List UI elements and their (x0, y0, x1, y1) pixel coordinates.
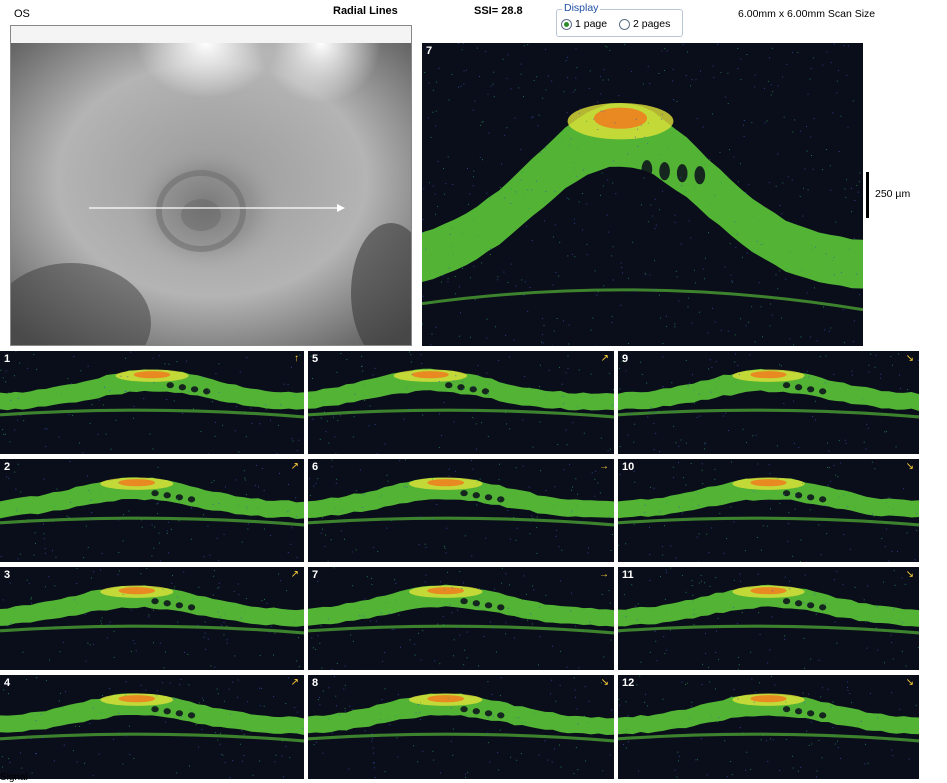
thumbnail-number: 9 (622, 353, 628, 365)
bscan-thumbnail-2[interactable]: 2↗ (0, 459, 304, 562)
bscan-thumbnail-5[interactable]: 5↗ (308, 351, 614, 454)
bscan-thumbnail-6[interactable]: 6→ (308, 459, 614, 562)
thumbnail-number: 5 (312, 353, 318, 365)
thumbnail-number: 6 (312, 461, 318, 473)
scan-direction-icon: ↗ (601, 353, 609, 364)
bscan-thumbnail-11[interactable]: 11 ↘ (618, 567, 919, 670)
footer-label: Signal (0, 772, 28, 783)
display-legend: Display (562, 2, 600, 14)
ssi-label: SSI= 28.8 (474, 5, 523, 17)
scan-direction-icon: ↘ (906, 461, 914, 472)
radio-unselected-icon[interactable] (619, 19, 630, 30)
thumbnail-number: 4 (4, 677, 10, 689)
bscan-thumbnail-12[interactable]: 12 ↘ (618, 675, 919, 779)
bscan-thumbnail-3[interactable]: 3↗ (0, 567, 304, 670)
bscan-thumbnail-4[interactable]: 4↗ (0, 675, 304, 779)
fundus-image-panel (10, 25, 412, 346)
display-option-1-page[interactable]: 1 page (561, 18, 607, 30)
scan-direction-icon: ↘ (601, 677, 609, 688)
scan-direction-icon: ↘ (906, 353, 914, 364)
scan-direction-icon: ↘ (906, 677, 914, 688)
main-scan-number: 7 (426, 45, 432, 57)
radio-selected-icon[interactable] (561, 19, 572, 30)
scan-direction-icon: → (599, 461, 609, 472)
scan-direction-icon: ↗ (291, 677, 299, 688)
thumbnail-number: 2 (4, 461, 10, 473)
scan-direction-icon: ↗ (291, 461, 299, 472)
main-bscan: 7 (422, 43, 863, 346)
bscan-thumbnail-10[interactable]: 10 ↘ (618, 459, 919, 562)
display-option-label: 1 page (575, 18, 607, 30)
scan-direction-icon: ↘ (906, 569, 914, 580)
display-option-2-pages[interactable]: 2 pages (619, 18, 670, 30)
scan-direction-icon: ↑ (294, 353, 299, 364)
eye-label: OS (14, 8, 30, 20)
scan-mode-label: Radial Lines (333, 5, 398, 17)
bscan-thumbnail-7[interactable]: 7→ (308, 567, 614, 670)
fundus-image (11, 43, 412, 346)
bscan-thumbnail-1[interactable]: 1↑ (0, 351, 304, 454)
thumbnail-number: 11 (622, 569, 634, 581)
display-group: Display 1 page 2 pages (556, 9, 683, 37)
scan-direction-icon: ↗ (291, 569, 299, 580)
thumbnail-number: 12 (622, 677, 634, 689)
scale-label: 250 µm (875, 188, 910, 200)
thumbnail-number: 3 (4, 569, 10, 581)
thumbnail-number: 8 (312, 677, 318, 689)
bscan-thumbnail-8[interactable]: 8↘ (308, 675, 614, 779)
display-option-label: 2 pages (633, 18, 670, 30)
scan-direction-icon: → (599, 569, 609, 580)
scale-bar (866, 172, 869, 218)
thumbnail-number: 7 (312, 569, 318, 581)
bscan-thumbnail-9[interactable]: 9↘ (618, 351, 919, 454)
scan-size-label: 6.00mm x 6.00mm Scan Size (738, 8, 875, 20)
thumbnail-number: 1 (4, 353, 10, 365)
thumbnail-number: 10 (622, 461, 634, 473)
